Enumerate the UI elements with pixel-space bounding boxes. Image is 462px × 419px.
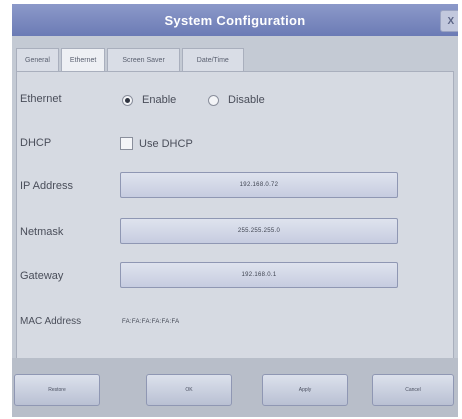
restore-button[interactable]: Restore bbox=[14, 374, 100, 406]
close-icon: X bbox=[447, 15, 455, 27]
use-dhcp-checkbox[interactable]: Use DHCP bbox=[120, 137, 193, 150]
close-button[interactable]: X bbox=[440, 10, 458, 32]
config-screen: System Configuration X General Ethernet … bbox=[12, 4, 458, 417]
tab-date-time[interactable]: Date/Time bbox=[181, 48, 244, 72]
dhcp-label: DHCP bbox=[20, 137, 52, 149]
gateway-label: Gateway bbox=[20, 270, 64, 282]
tab-ethernet[interactable]: Ethernet bbox=[60, 48, 106, 72]
netmask-label: Netmask bbox=[20, 226, 64, 238]
button-bar: Restore OK Apply Cancel bbox=[12, 358, 458, 417]
cancel-button[interactable]: Cancel bbox=[372, 374, 454, 406]
mac-address-label: MAC Address bbox=[20, 316, 82, 327]
use-dhcp-box bbox=[120, 137, 133, 150]
ip-address-field[interactable]: 192.168.0.72 bbox=[120, 172, 398, 198]
tab-general[interactable]: General bbox=[16, 48, 59, 72]
disable-radio[interactable]: Disable bbox=[208, 94, 265, 106]
use-dhcp-label: Use DHCP bbox=[139, 137, 193, 150]
tab-screen-saver[interactable]: Screen Saver bbox=[107, 48, 180, 72]
apply-button[interactable]: Apply bbox=[262, 374, 348, 406]
gateway-field[interactable]: 192.168.0.1 bbox=[120, 262, 398, 288]
netmask-field[interactable]: 255.255.255.0 bbox=[120, 218, 398, 244]
tab-bar: General Ethernet Screen Saver Date/Time bbox=[16, 48, 246, 72]
ethernet-panel bbox=[16, 71, 454, 359]
disable-radio-label: Disable bbox=[228, 94, 265, 106]
enable-radio-label: Enable bbox=[142, 94, 177, 106]
title-bar: System Configuration X bbox=[12, 4, 458, 36]
disable-radio-dot bbox=[208, 94, 219, 106]
window-title: System Configuration bbox=[164, 12, 306, 28]
ethernet-label: Ethernet bbox=[20, 93, 62, 105]
enable-radio-dot bbox=[122, 94, 133, 106]
enable-radio[interactable]: Enable bbox=[122, 94, 176, 106]
ip-address-label: IP Address bbox=[20, 180, 73, 192]
mac-address-value: FA:FA:FA:FA:FA:FA bbox=[122, 319, 180, 325]
ok-button[interactable]: OK bbox=[146, 374, 232, 406]
